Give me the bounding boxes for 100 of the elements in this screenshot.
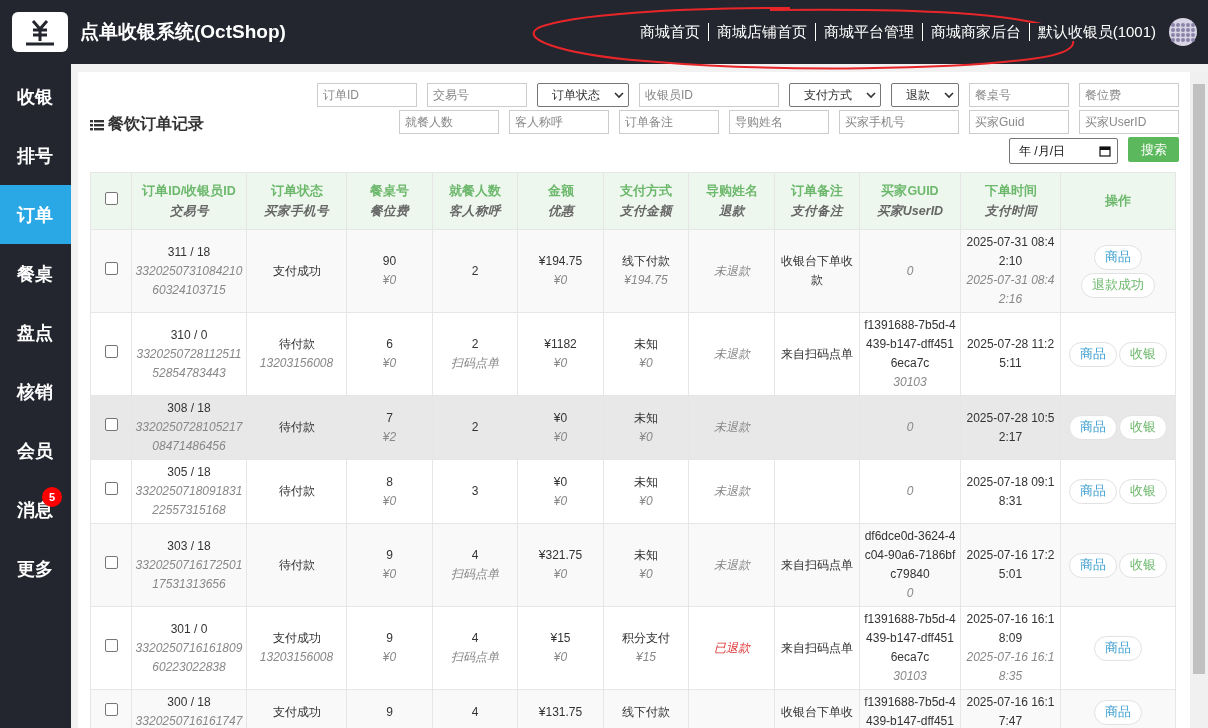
refund-select[interactable]: 退款 xyxy=(891,83,959,107)
cell-text: 未知 xyxy=(633,409,659,427)
cell-subtext: 3320250716161747 xyxy=(135,713,243,728)
calendar-icon xyxy=(1099,145,1111,157)
cell-subtext: ¥0 xyxy=(552,649,569,666)
cell-subtext: 扫码点单 xyxy=(450,355,500,372)
cell-text: df6dce0d-3624-4c04-90a6-7186bfc79840 xyxy=(863,528,957,583)
cell-text: 收银台下单收 xyxy=(780,703,854,721)
cell-text: ¥131.75 xyxy=(537,703,584,721)
payment-select[interactable]: 支付方式 xyxy=(789,83,881,107)
cell-subtext: 0 xyxy=(905,585,915,602)
row-checkbox[interactable] xyxy=(104,555,118,569)
cell-text: 4 xyxy=(470,630,480,647)
cell-subtext: ¥0 xyxy=(552,492,569,510)
cell-text: 9 xyxy=(385,547,394,564)
cell-text: 2025-07-28 10:52:17 xyxy=(965,409,1056,446)
avatar[interactable] xyxy=(1168,17,1198,47)
cell-text: 待付款 xyxy=(277,336,316,353)
column-subheader: 餐位费 xyxy=(369,203,411,220)
guests-field[interactable]: 就餐人数 xyxy=(399,110,499,134)
cell-subtext: 扫码点单 xyxy=(450,566,500,583)
cell-subtext: ¥0 xyxy=(638,428,654,446)
buyer-guid-field[interactable]: 买家Guid xyxy=(969,110,1069,134)
cell-subtext: ¥0 xyxy=(381,272,398,289)
column-subheader: 买家手机号 xyxy=(263,203,331,220)
cell-text: 2 xyxy=(470,336,480,353)
cell-text: 线下付款 xyxy=(621,703,671,721)
sidebar-item[interactable]: 餐桌 xyxy=(0,244,71,303)
cell-subtext: ¥0 xyxy=(381,566,398,583)
column-subheader: 支付备注 xyxy=(790,203,845,220)
sidebar-item[interactable]: 更多 xyxy=(0,539,71,598)
row-checkbox[interactable] xyxy=(104,344,118,358)
cell-subtext: 未退款 xyxy=(712,419,752,436)
cell-subtext: ¥0 xyxy=(552,566,569,583)
column-subheader: 交易号 xyxy=(168,203,211,220)
column-header: 支付方式 xyxy=(619,182,673,200)
cell-subtext: 332025072811251152854783443 xyxy=(135,345,243,382)
sidebar-item[interactable]: 收银 xyxy=(0,67,71,126)
cell-subtext: 0 xyxy=(905,419,915,436)
cell-text: 305 / 18 xyxy=(166,464,212,481)
row-checkbox[interactable] xyxy=(104,702,118,716)
cell-text: 9 xyxy=(385,703,394,721)
date-field[interactable]: 年 /月/日 xyxy=(1009,138,1118,164)
cell-text: 积分支付 xyxy=(621,630,671,647)
cell-subtext: ¥194.75 xyxy=(623,272,669,289)
status-select[interactable]: 订单状态 xyxy=(537,83,629,107)
cell-text: 收银台下单收款 xyxy=(780,253,854,289)
table-no-field[interactable]: 餐桌号 xyxy=(969,83,1069,107)
cell-text: 311 / 18 xyxy=(166,243,212,261)
cell-subtext: ¥0 xyxy=(381,355,398,372)
sidebar-item[interactable]: 排号 xyxy=(0,126,71,185)
cell-text: 303 / 18 xyxy=(166,537,212,555)
cell-text: 2 xyxy=(470,262,480,280)
list-icon xyxy=(90,118,104,131)
cell-subtext: ¥0 xyxy=(381,492,398,510)
sidebar-item[interactable]: 核销 xyxy=(0,362,71,421)
guide-name-field[interactable]: 导购姓名 xyxy=(729,110,829,134)
order-id-field[interactable]: 订单ID xyxy=(317,83,417,107)
cell-subtext: 332025072810521708471486456 xyxy=(135,419,243,455)
select-all-checkbox[interactable] xyxy=(104,192,118,205)
cell-text: 来自扫码点单 xyxy=(780,345,854,363)
cell-text: 2025-07-16 16:18:09 xyxy=(965,611,1056,647)
cell-text: 4 xyxy=(470,703,480,721)
column-header: 餐桌号 xyxy=(369,183,410,200)
row-checkbox[interactable] xyxy=(104,261,118,275)
column-header: 导购姓名 xyxy=(704,183,759,200)
order-note-field[interactable]: 订单备注 xyxy=(619,110,719,134)
cell-subtext: ¥0 xyxy=(552,355,569,372)
column-header: 金额 xyxy=(546,183,575,200)
cell-text: 未知 xyxy=(633,473,659,491)
column-header: 就餐人数 xyxy=(448,183,502,200)
sidebar-item[interactable]: 会员 xyxy=(0,421,71,480)
cell-subtext: 332025071809183122557315168 xyxy=(135,483,243,519)
cell-subtext: 0 xyxy=(905,483,915,500)
column-header: 操作 xyxy=(1104,193,1132,210)
cell-text: 90 xyxy=(381,253,398,270)
cell-text: 7 xyxy=(385,409,394,427)
trade-no-field[interactable]: 交易号 xyxy=(427,83,527,107)
sidebar-item[interactable]: 盘点 xyxy=(0,303,71,362)
cell-subtext: 30103 xyxy=(892,668,928,685)
cell-text: 310 / 0 xyxy=(169,326,209,344)
row-checkbox[interactable] xyxy=(104,418,118,431)
buyer-phone-field[interactable]: 买家手机号 xyxy=(839,110,959,134)
cell-text: 2025-07-28 11:25:11 xyxy=(965,336,1056,372)
buyer-userid-field[interactable]: 买家UserID xyxy=(1079,110,1179,134)
cell-text: ¥194.75 xyxy=(537,253,584,270)
cell-subtext: ¥0 xyxy=(638,492,654,510)
cashier-id-field[interactable]: 收银员ID xyxy=(639,83,779,107)
seat-fee-field[interactable]: 餐位费 xyxy=(1079,83,1179,107)
cell-text: 2 xyxy=(470,419,480,436)
guest-name-field[interactable]: 客人称呼 xyxy=(509,110,609,134)
row-checkbox[interactable] xyxy=(104,482,118,495)
cell-subtext: 13203156008 xyxy=(258,649,335,666)
row-checkbox[interactable] xyxy=(104,638,118,652)
column-subheader: 优惠 xyxy=(546,203,577,220)
cell-text: 未知 xyxy=(633,547,659,564)
chevron-down-icon xyxy=(944,90,954,100)
column-header: 订单状态 xyxy=(269,183,324,200)
cell-text: 8 xyxy=(385,473,394,491)
cell-text: 待付款 xyxy=(277,419,316,436)
